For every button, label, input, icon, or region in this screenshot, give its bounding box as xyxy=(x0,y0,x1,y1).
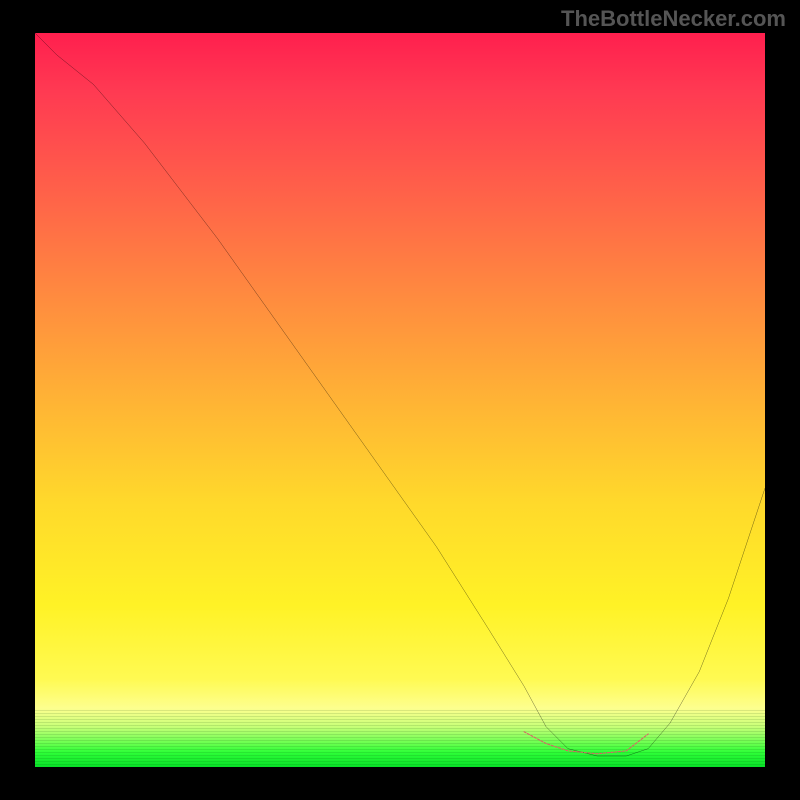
bottleneck-curve xyxy=(35,33,765,756)
chart-svg xyxy=(35,33,765,767)
chart-container: TheBottleNecker.com xyxy=(0,0,800,800)
watermark-text: TheBottleNecker.com xyxy=(561,6,786,32)
optimal-zone-marker xyxy=(524,732,648,754)
plot-area xyxy=(35,33,765,767)
